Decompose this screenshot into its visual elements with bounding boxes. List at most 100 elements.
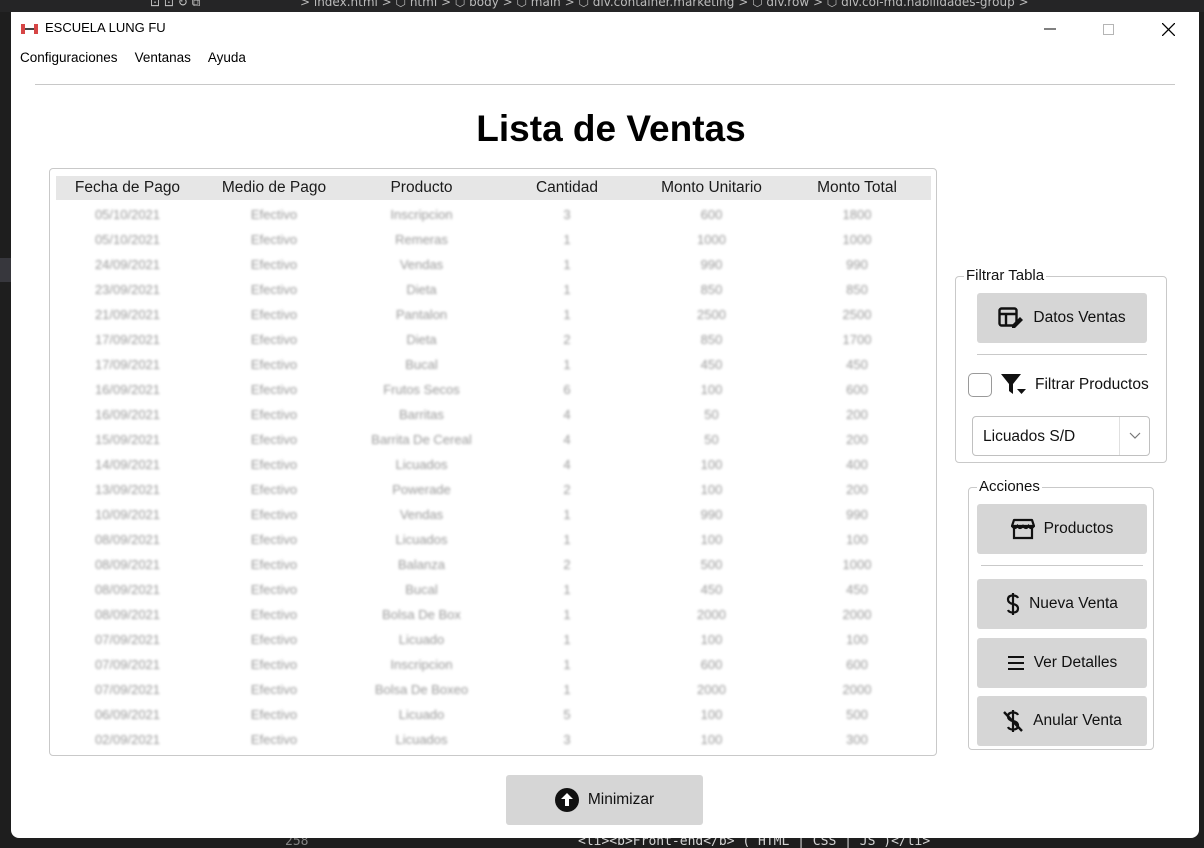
cell-monto-total: 600 — [846, 382, 868, 397]
column-header-producto[interactable]: Producto — [349, 176, 494, 200]
close-icon — [1161, 22, 1175, 36]
column-header-cantidad[interactable]: Cantidad — [494, 176, 640, 200]
table-row[interactable]: 16/09/2021 Efectivo Barritas 4 50 200 — [56, 402, 931, 427]
table-row[interactable]: 07/09/2021 Efectivo Bolsa De Boxeo 1 2000 200… — [56, 677, 931, 702]
table-row[interactable]: 13/09/2021 Efectivo Powerade 2 100 200 — [56, 477, 931, 502]
cell-medio: Efectivo — [250, 732, 298, 747]
background-editor-top: ⊡ ⊡ ↻ ⧉ > index.html > ⬡ html > ⬡ body >… — [0, 0, 1204, 12]
table-row[interactable]: 07/09/2021 Efectivo Licuado 1 100 100 — [56, 627, 931, 652]
cell-monto-unitario: 600 — [700, 657, 723, 672]
menu-configuraciones[interactable]: Configuraciones — [11, 48, 126, 70]
cell-medio: Efectivo — [250, 657, 298, 672]
actions-panel: Acciones Productos Nueva Venta Ver Detal… — [968, 478, 1154, 750]
cell-monto-unitario: 50 — [704, 432, 719, 447]
table-row[interactable]: 23/09/2021 Efectivo Dieta 1 850 850 — [56, 277, 931, 302]
minimizar-label: Minimizar — [587, 791, 655, 808]
cell-monto-total: 850 — [846, 282, 868, 297]
cell-monto-total: 500 — [846, 707, 868, 722]
cell-fecha: 07/09/2021 — [94, 657, 161, 672]
table-row[interactable]: 15/09/2021 Efectivo Barrita De Cereal 4 50 20… — [56, 427, 931, 452]
cell-monto-total: 300 — [846, 732, 868, 747]
nueva-venta-button[interactable]: Nueva Venta — [977, 579, 1147, 629]
cell-producto: Remeras — [395, 232, 448, 247]
cell-monto-total: 200 — [846, 407, 868, 422]
cell-monto-total: 990 — [846, 257, 868, 272]
page-title: Lista de Ventas — [476, 108, 746, 149]
table-row[interactable]: 16/09/2021 Efectivo Frutos Secos 6 100 600 — [56, 377, 931, 402]
cell-cantidad: 6 — [563, 382, 571, 397]
cell-producto: Bucal — [405, 357, 438, 372]
cell-producto: Balanza — [398, 557, 445, 572]
chevron-down-icon[interactable] — [1119, 417, 1149, 455]
minimizar-button[interactable]: Minimizar — [506, 775, 703, 825]
close-window-button[interactable] — [1139, 12, 1197, 46]
table-row[interactable]: 08/09/2021 Efectivo Bolsa De Box 1 2000 2000 — [56, 602, 931, 627]
productos-button[interactable]: Productos — [977, 504, 1147, 554]
cell-cantidad: 2 — [563, 482, 571, 497]
cell-monto-unitario: 2000 — [697, 682, 726, 697]
cell-medio: Efectivo — [250, 607, 298, 622]
filter-panel: Filtrar Tabla Datos Ventas Filtrar Produ… — [955, 267, 1167, 463]
table-row[interactable]: 10/09/2021 Efectivo Vendas 1 990 990 — [56, 502, 931, 527]
minimize-window-button[interactable] — [1021, 12, 1079, 46]
column-header-medio[interactable]: Medio de Pago — [199, 176, 349, 200]
cell-monto-total: 450 — [846, 582, 868, 597]
table-row[interactable]: 08/09/2021 Efectivo Bucal 1 450 450 — [56, 577, 931, 602]
table-row[interactable]: 08/09/2021 Efectivo Licuados 1 100 100 — [56, 527, 931, 552]
table-row[interactable]: 05/10/2021 Efectivo Remeras 1 1000 1000 — [56, 227, 931, 252]
menu-bar: Configuraciones Ventanas Ayuda — [11, 48, 254, 70]
cell-cantidad: 5 — [563, 707, 571, 722]
dollar-icon — [1007, 593, 1020, 615]
table-row[interactable]: 17/09/2021 Efectivo Bucal 1 450 450 — [56, 352, 931, 377]
sales-table[interactable]: Fecha de Pago Medio de Pago Producto Can… — [49, 168, 937, 756]
filtrar-productos-checkbox[interactable] — [968, 373, 992, 397]
datos-ventas-button[interactable]: Datos Ventas — [977, 293, 1147, 343]
cell-fecha: 15/09/2021 — [94, 432, 161, 447]
cell-monto-total: 100 — [846, 532, 868, 547]
table-row[interactable]: 05/10/2021 Efectivo Inscripcion 3 600 1800 — [56, 202, 931, 227]
cell-monto-unitario: 50 — [704, 407, 719, 422]
menu-ayuda[interactable]: Ayuda — [199, 48, 254, 70]
maximize-window-button[interactable] — [1079, 12, 1137, 46]
background-editor-left — [0, 258, 11, 282]
cell-monto-unitario: 990 — [700, 257, 723, 272]
cell-cantidad: 4 — [563, 407, 571, 422]
table-row[interactable]: 24/09/2021 Efectivo Vendas 1 990 990 — [56, 252, 931, 277]
cell-medio: Efectivo — [250, 382, 298, 397]
cell-medio: Efectivo — [250, 482, 298, 497]
table-row[interactable]: 07/09/2021 Efectivo Inscripcion 1 600 600 — [56, 652, 931, 677]
cell-producto: Licuados — [395, 457, 448, 472]
cell-medio: Efectivo — [250, 457, 298, 472]
table-row[interactable]: 21/09/2021 Efectivo Pantalon 1 2500 2500 — [56, 302, 931, 327]
menu-ventanas[interactable]: Ventanas — [126, 48, 199, 70]
cell-monto-unitario: 450 — [700, 357, 723, 372]
product-select[interactable]: Licuados S/D — [972, 416, 1150, 456]
datos-ventas-label: Datos Ventas — [1033, 309, 1126, 326]
cell-producto: Vendas — [399, 257, 444, 272]
list-icon — [1007, 656, 1024, 670]
cell-fecha: 06/09/2021 — [94, 707, 161, 722]
anular-venta-button[interactable]: Anular Venta — [977, 696, 1147, 746]
cell-monto-total: 2000 — [842, 607, 872, 622]
ver-detalles-button[interactable]: Ver Detalles — [977, 638, 1147, 688]
column-header-monto-unitario[interactable]: Monto Unitario — [640, 176, 783, 200]
column-header-fecha[interactable]: Fecha de Pago — [56, 176, 199, 200]
table-row[interactable]: 14/09/2021 Efectivo Licuados 4 100 400 — [56, 452, 931, 477]
cell-producto: Inscripcion — [390, 207, 453, 222]
table-row[interactable]: 08/09/2021 Efectivo Balanza 2 500 1000 — [56, 552, 931, 577]
maximize-icon — [1102, 23, 1114, 35]
cell-producto: Bolsa De Box — [382, 607, 461, 622]
cell-fecha: 23/09/2021 — [94, 282, 161, 297]
column-header-monto-total[interactable]: Monto Total — [783, 176, 931, 200]
cell-fecha: 16/09/2021 — [94, 382, 161, 397]
cell-monto-total: 100 — [846, 632, 868, 647]
table-row[interactable]: 06/09/2021 Efectivo Licuado 5 100 500 — [56, 702, 931, 727]
cell-producto: Bolsa De Boxeo — [374, 682, 469, 697]
table-row[interactable]: 02/09/2021 Efectivo Licuados 3 100 300 — [56, 727, 931, 752]
cell-cantidad: 1 — [563, 582, 571, 597]
anular-venta-label: Anular Venta — [1033, 712, 1122, 729]
table-row[interactable]: 17/09/2021 Efectivo Dieta 2 850 1700 — [56, 327, 931, 352]
table-header: Fecha de Pago Medio de Pago Producto Can… — [56, 176, 931, 200]
cell-medio: Efectivo — [250, 532, 298, 547]
cell-medio: Efectivo — [250, 307, 298, 322]
